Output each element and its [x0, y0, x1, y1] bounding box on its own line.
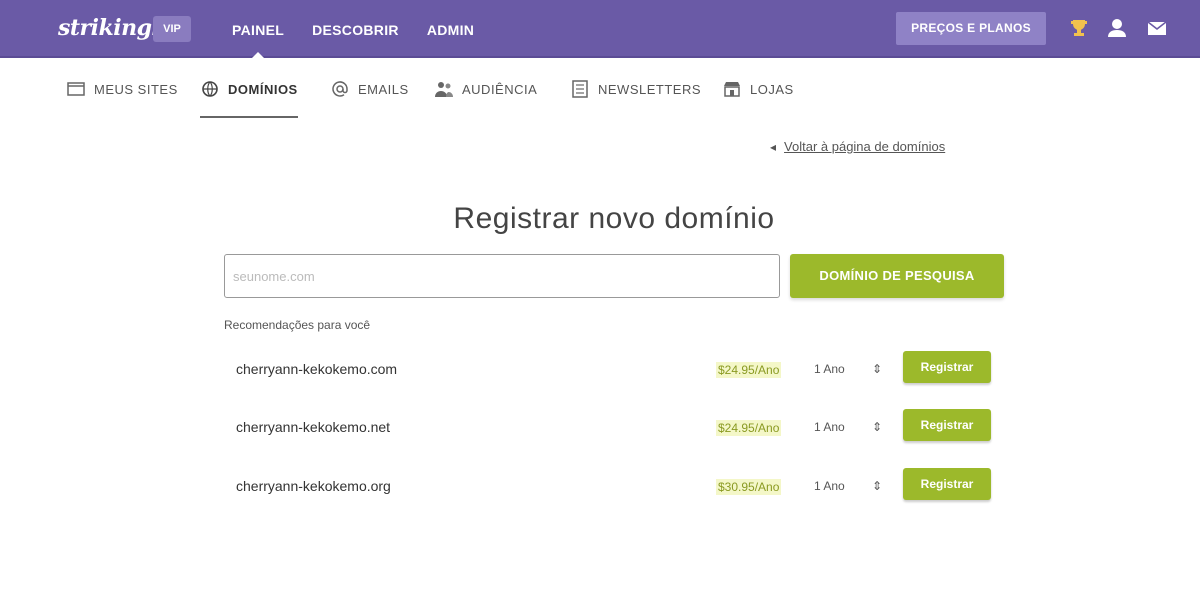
subnav-label: MEUS SITES [94, 81, 178, 97]
subnav-lojas[interactable]: LOJAS [722, 60, 794, 118]
subnav-label: DOMÍNIOS [228, 81, 298, 97]
domain-result-row: cherryann-kekokemo.com $24.95/Ano 1 Ano … [224, 350, 1004, 390]
people-icon [434, 79, 454, 99]
newsletter-icon [570, 79, 590, 99]
domain-price: $24.95/Ano [716, 362, 782, 378]
registration-years: 1 Ano [814, 479, 845, 493]
registration-years: 1 Ano [814, 420, 845, 434]
domain-search-input[interactable] [224, 254, 780, 298]
subnav-audiencia[interactable]: AUDIÊNCIA [434, 60, 537, 118]
domain-price: $24.95/Ano [716, 420, 782, 436]
at-icon [330, 79, 350, 99]
nav-painel[interactable]: PAINEL [218, 0, 298, 60]
domain-result-row: cherryann-kekokemo.org $30.95/Ano 1 Ano … [224, 467, 1004, 507]
domain-name: cherryann-kekokemo.net [236, 419, 391, 435]
register-button[interactable]: Registrar [903, 468, 991, 500]
years-stepper[interactable]: ⇕ [872, 479, 882, 493]
subnav-label: NEWSLETTERS [598, 81, 702, 97]
subnav-label: AUDIÊNCIA [462, 81, 538, 97]
globe-icon [200, 79, 220, 99]
domain-price: $30.95/Ano [716, 479, 782, 495]
sub-navigation: MEUS SITES DOMÍNIOS EMAILS AUDIÊNCIA NEW… [0, 60, 1200, 118]
back-link-label: Voltar à página de domínios [784, 139, 946, 154]
register-button[interactable]: Registrar [903, 409, 991, 441]
page-title: Registrar novo domínio [453, 202, 775, 235]
main-nav: PAINEL DESCOBRIR ADMIN [218, 0, 488, 60]
trophy-icon[interactable] [1068, 17, 1092, 41]
subnav-emails[interactable]: EMAILS [330, 60, 409, 118]
subnav-dominios[interactable]: DOMÍNIOS [200, 60, 298, 118]
subnav-label: LOJAS [750, 81, 794, 97]
domain-name: cherryann-kekokemo.org [236, 478, 391, 494]
back-to-domains-link[interactable]: ◂ Voltar à página de domínios [770, 139, 945, 154]
store-icon [722, 79, 742, 99]
back-arrow-icon: ◂ [770, 139, 777, 154]
subnav-meus-sites[interactable]: MEUS SITES [66, 60, 178, 118]
recommendations-label: Recomendações para você [224, 318, 371, 332]
browser-icon [66, 79, 86, 99]
years-stepper[interactable]: ⇕ [872, 420, 882, 434]
domain-result-row: cherryann-kekokemo.net $24.95/Ano 1 Ano … [224, 408, 1004, 448]
domain-name: cherryann-kekokemo.com [236, 361, 398, 377]
register-button[interactable]: Registrar [903, 351, 991, 383]
nav-descobrir[interactable]: DESCOBRIR [298, 0, 413, 58]
user-icon[interactable] [1106, 17, 1130, 41]
top-navigation-bar: strikingly VIP PAINEL DESCOBRIR ADMIN PR… [0, 0, 1200, 60]
pricing-plans-button[interactable]: PREÇOS E PLANOS [896, 12, 1046, 45]
subnav-label: EMAILS [358, 81, 409, 97]
search-domain-button[interactable]: DOMÍNIO DE PESQUISA [790, 254, 1004, 298]
vip-badge: VIP [153, 16, 191, 42]
subnav-newsletters[interactable]: NEWSLETTERS [570, 60, 701, 118]
mail-icon[interactable] [1146, 17, 1170, 41]
nav-admin[interactable]: ADMIN [413, 0, 488, 58]
years-stepper[interactable]: ⇕ [872, 362, 882, 376]
registration-years: 1 Ano [814, 362, 845, 376]
